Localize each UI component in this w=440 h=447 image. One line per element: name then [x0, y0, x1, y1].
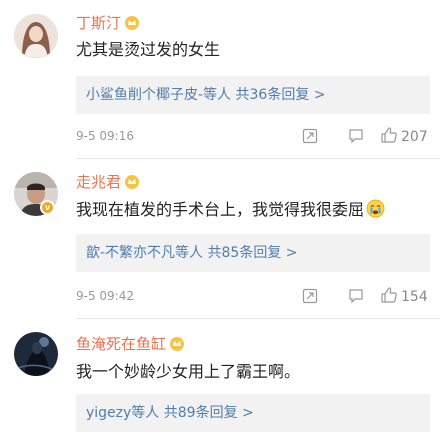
timestamp: 9-5 09:16 [76, 129, 134, 143]
comment-meta: 9-5 09:16 207 [76, 126, 430, 146]
crown-badge-icon [125, 175, 140, 189]
comment-item: v 走兆君 我现在植发的手术台上，我觉得我很委屈 歆-不繁亦不凡等人 共85条回… [0, 158, 440, 308]
user-avatar[interactable] [14, 332, 58, 376]
username[interactable]: 丁斯汀 [76, 13, 140, 33]
username-text[interactable]: 鱼淹死在鱼缸 [76, 335, 166, 353]
crown-badge-icon [125, 16, 140, 30]
replies-link[interactable]: 歆-不繁亦不凡等人 共85条回复 > [76, 234, 430, 272]
crown-badge-icon [170, 337, 185, 351]
replies-link[interactable]: 小鲨鱼削个椰子皮-等人 共36条回复 > [76, 76, 430, 114]
username-text[interactable]: 丁斯汀 [76, 14, 121, 32]
thumbs-up-icon [381, 287, 397, 303]
comment-item: 丁斯汀 尤其是烫过发的女生 小鲨鱼削个椰子皮-等人 共36条回复 > 9-5 0… [0, 0, 440, 150]
share-icon[interactable] [302, 128, 318, 144]
dark-figure-avatar-icon [14, 332, 58, 376]
comment-icon[interactable] [348, 288, 364, 304]
comment-icon[interactable] [348, 128, 364, 144]
like-button[interactable]: 207 [380, 126, 428, 146]
verified-badge-icon: v [40, 200, 55, 215]
comment-text: 我现在植发的手术台上，我觉得我很委屈 [76, 198, 385, 222]
timestamp: 9-5 09:42 [76, 289, 134, 303]
like-button[interactable]: 154 [380, 286, 428, 306]
comment-text: 尤其是烫过发的女生 [76, 40, 221, 59]
thumbs-up-icon [381, 127, 397, 143]
share-icon[interactable] [302, 288, 318, 304]
username[interactable]: 鱼淹死在鱼缸 [76, 334, 185, 354]
username-text[interactable]: 走兆君 [76, 173, 121, 191]
comment-text: 我一个妙龄少女用上了霸王啊。 [76, 362, 301, 381]
like-count: 154 [401, 289, 428, 305]
comment-item: 鱼淹死在鱼缸 我一个妙龄少女用上了霸王啊。 yigezy等人 共89条回复 > [0, 318, 440, 447]
comment-text-content: 我现在植发的手术台上，我觉得我很委屈 [76, 200, 365, 219]
comment-meta: 9-5 09:42 154 [76, 286, 430, 306]
woman-avatar-icon [14, 14, 58, 58]
replies-link[interactable]: yigezy等人 共89条回复 > [76, 394, 430, 432]
username[interactable]: 走兆君 [76, 172, 140, 192]
crying-face-emoji-icon [366, 199, 385, 218]
like-count: 207 [401, 129, 428, 145]
user-avatar[interactable] [14, 14, 58, 58]
